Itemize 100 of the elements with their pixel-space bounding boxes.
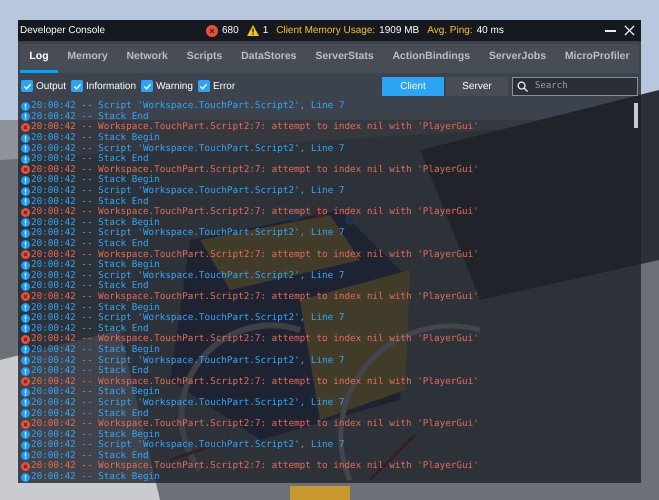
info-icon [21, 282, 30, 291]
info-icon [21, 176, 30, 185]
source-button[interactable]: Client [382, 76, 444, 96]
search-field[interactable]: Search [512, 76, 638, 96]
log-line: 20:00:42 -- Workspace.TouchPart.Script2:7: attempt to index nil with 'PlayerGui' [31, 419, 479, 430]
log-line: 20:00:42 -- Script 'Workspace.TouchPart.Script2', Line 7 [31, 270, 344, 281]
info-icon [21, 366, 30, 376]
checkbox[interactable] [21, 80, 33, 92]
info-icon [21, 409, 30, 418]
tab[interactable]: ServerStats [306, 44, 384, 73]
filter-label: Output [36, 80, 66, 94]
checkbox[interactable] [71, 80, 84, 92]
error-icon [21, 462, 30, 471]
log-line: 20:00:42 -- Stack Begin [31, 387, 160, 398]
info-icon [21, 472, 30, 482]
log-line: 20:00:42 -- Stack End [31, 281, 149, 292]
error-icon [21, 208, 30, 217]
ping-value: 40 ms [476, 24, 504, 38]
error-icon [21, 377, 30, 386]
filter-label: Information [86, 80, 136, 94]
log-line: 20:00:42 -- Workspace.TouchPart.Script2:7: attempt to index nil with 'PlayerGui' [31, 164, 479, 175]
log-line: 20:00:42 -- Workspace.TouchPart.Script2:7: attempt to index nil with 'PlayerGui' [31, 250, 479, 260]
log-line: 20:00:42 -- Stack End [31, 324, 149, 334]
log-line: 20:00:42 -- Script 'Workspace.TouchPart.Script2', Line 7 [31, 186, 344, 196]
memory-value: 1909 MB [379, 24, 420, 38]
log-line: 20:00:42 -- Script 'Workspace.TouchPart.Script2', Line 7 [31, 101, 344, 112]
source-button[interactable]: Server [446, 76, 508, 96]
info-icon [21, 112, 30, 122]
log-line: 20:00:42 -- Script 'Workspace.TouchPart.Script2', Line 7 [31, 356, 344, 366]
log-line: 20:00:42 -- Script 'Workspace.TouchPart.Script2', Line 7 [31, 228, 344, 238]
log-line: 20:00:42 -- Workspace.TouchPart.Script2:7: attempt to index nil with 'PlayerGui' [31, 122, 479, 132]
log-line: 20:00:42 -- Stack Begin [31, 302, 160, 313]
log-line: 20:00:42 -- Script 'Workspace.TouchPart.Script2', Line 7 [31, 144, 344, 154]
log-line: 20:00:42 -- Stack Begin [31, 260, 160, 270]
tab[interactable]: Network [117, 44, 178, 73]
info-icon [21, 228, 30, 238]
tab[interactable]: ActionBindings [383, 44, 480, 73]
info-icon [21, 398, 30, 408]
ping-label: Avg. Ping: [427, 24, 473, 38]
checkbox[interactable] [141, 80, 154, 92]
tab[interactable]: Memory [58, 44, 118, 73]
info-icon [21, 303, 30, 312]
error-count: 680 [222, 24, 239, 38]
log-line: 20:00:42 -- Stack Begin [31, 133, 160, 144]
log-line: 20:00:42 -- Stack Begin [31, 218, 160, 228]
close-icon[interactable] [624, 25, 635, 36]
filter-label: Warning [156, 80, 193, 94]
log-line: 20:00:42 -- Script 'Workspace.TouchPart.Script2', Line 7 [31, 440, 344, 450]
warning-count: 1 [262, 24, 268, 38]
info-icon [21, 271, 30, 280]
log-line: 20:00:42 -- Script 'Workspace.TouchPart.Script2', Line 7 [31, 398, 344, 408]
info-icon [21, 144, 30, 154]
log-line: 20:00:42 -- Stack End [31, 239, 149, 250]
info-icon [21, 102, 30, 111]
error-icon [206, 24, 218, 36]
info-icon [21, 356, 30, 366]
log-line: 20:00:42 -- Stack End [31, 366, 149, 376]
tab[interactable]: ServerJobs [479, 44, 556, 73]
info-icon [21, 218, 30, 228]
info-icon [21, 430, 30, 440]
info-icon [21, 154, 30, 164]
log-line: 20:00:42 -- Stack End [31, 196, 149, 207]
log-line: 20:00:42 -- Stack End [31, 450, 149, 461]
log-line: 20:00:42 -- Stack End [31, 112, 149, 122]
scrollbar[interactable] [634, 103, 638, 128]
error-icon [21, 250, 30, 260]
info-icon [21, 134, 30, 143]
info-icon [21, 324, 30, 334]
log-line: 20:00:42 -- Stack End [31, 154, 149, 164]
tab[interactable]: MicroProfiler [555, 44, 639, 73]
info-icon [21, 186, 30, 196]
log-line: 20:00:42 -- Stack Begin [31, 344, 160, 355]
log-line: 20:00:42 -- Stack End [31, 408, 149, 419]
tab[interactable]: Scripts [177, 44, 232, 73]
log-line: 20:00:42 -- Stack Begin [31, 430, 160, 440]
info-icon [21, 451, 30, 460]
warning-icon [246, 25, 259, 36]
log-line: 20:00:42 -- Workspace.TouchPart.Script2:7: attempt to index nil with 'PlayerGui' [31, 461, 479, 472]
info-icon [21, 388, 30, 397]
info-icon [21, 440, 30, 450]
log-line: 20:00:42 -- Workspace.TouchPart.Script2:7: attempt to index nil with 'PlayerGui' [31, 376, 479, 387]
log-line: 20:00:42 -- Stack Begin [31, 472, 160, 482]
log-line: 20:00:42 -- Workspace.TouchPart.Script2:7: attempt to index nil with 'PlayerGui' [31, 292, 479, 302]
error-icon [21, 165, 30, 174]
memory-label: Client Memory Usage: [276, 24, 376, 38]
info-icon [21, 240, 30, 249]
search-icon [517, 80, 528, 92]
checkbox[interactable] [198, 80, 210, 92]
log-line: 20:00:42 -- Stack Begin [31, 175, 160, 186]
tab[interactable]: Log [20, 44, 58, 73]
error-icon [21, 420, 30, 429]
info-icon [21, 260, 30, 270]
info-icon [21, 197, 30, 206]
error-icon [21, 334, 30, 344]
info-icon [21, 345, 30, 354]
tab[interactable]: DataStores [232, 44, 306, 73]
info-icon [21, 314, 30, 323]
minimize-icon[interactable] [605, 30, 616, 32]
log-line: 20:00:42 -- Workspace.TouchPart.Script2:7: attempt to index nil with 'PlayerGui' [31, 334, 479, 344]
window-title: Developer Console [20, 24, 106, 38]
